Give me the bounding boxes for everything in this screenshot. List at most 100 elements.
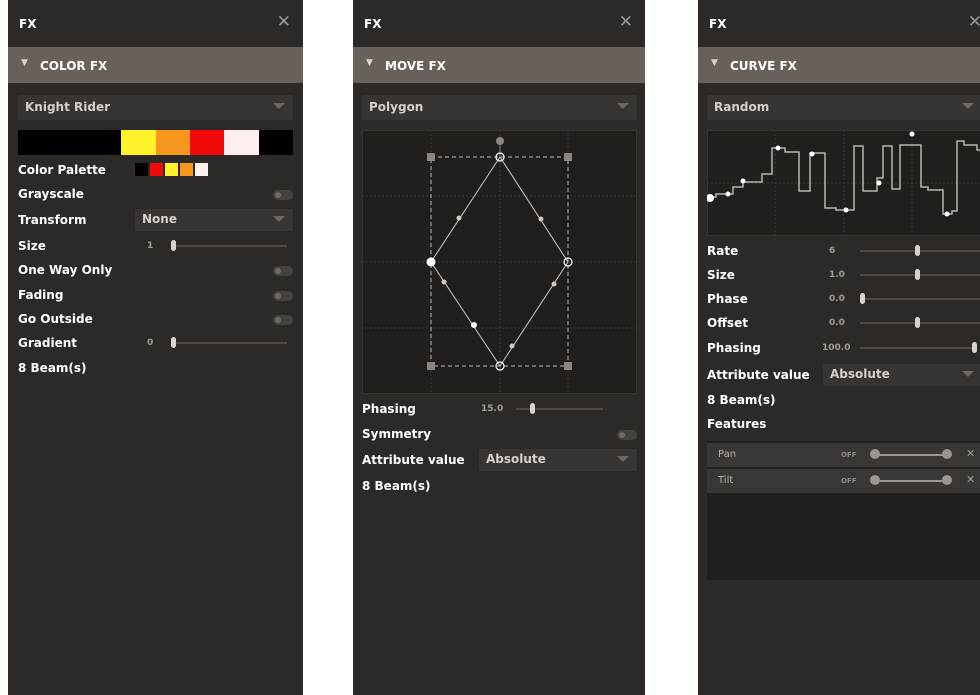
palette-swatch[interactable] xyxy=(135,163,148,176)
feature-range-max-handle[interactable] xyxy=(942,449,952,459)
feature-range-min-handle[interactable] xyxy=(870,449,880,459)
gradient-label: Gradient xyxy=(18,336,77,350)
collapse-triangle-icon[interactable]: ▼ xyxy=(711,58,718,68)
transform-dropdown[interactable]: None xyxy=(135,209,293,231)
preset-dropdown[interactable]: Polygon xyxy=(362,95,637,120)
fading-toggle[interactable] xyxy=(273,291,293,301)
preset-dropdown[interactable]: Random xyxy=(707,95,980,120)
toggle-knob xyxy=(275,317,281,323)
rate-value: 6 xyxy=(829,246,836,256)
collapse-triangle-icon[interactable]: ▼ xyxy=(21,58,28,68)
preset-value: Polygon xyxy=(369,100,424,114)
size-slider-thumb[interactable] xyxy=(915,269,920,280)
phase-slider-thumb[interactable] xyxy=(860,293,865,304)
rate-slider-thumb[interactable] xyxy=(915,245,920,256)
chevron-down-icon xyxy=(273,216,285,222)
feature-name: Tilt xyxy=(718,475,734,486)
phasing-slider-thumb[interactable] xyxy=(972,342,977,353)
polygon-shape-editor[interactable] xyxy=(362,130,637,394)
beam-count: 8 Beam(s) xyxy=(707,393,776,407)
feature-row-tilt[interactable]: Tilt OFF ✕ xyxy=(707,469,980,493)
phase-value: 0.0 xyxy=(829,294,845,304)
bbox-handle xyxy=(564,362,572,370)
section-header-move-fx[interactable]: ▼ MOVE FX xyxy=(353,47,645,83)
chevron-down-icon xyxy=(617,103,629,109)
color-palette-label: Color Palette xyxy=(18,163,106,177)
gradient-value: 0 xyxy=(147,338,154,348)
beam-dot xyxy=(456,215,462,221)
feature-range-max-handle[interactable] xyxy=(942,475,952,485)
feature-name: Pan xyxy=(718,449,737,460)
feature-range-track[interactable] xyxy=(874,454,948,456)
remove-feature-icon[interactable]: ✕ xyxy=(966,447,975,460)
rate-slider-track[interactable] xyxy=(860,250,980,252)
offset-slider-track[interactable] xyxy=(860,322,980,324)
color-strip-cell xyxy=(189,130,225,155)
chevron-down-icon xyxy=(273,103,285,109)
panel-titlebar: FX ✕ xyxy=(698,0,980,44)
feature-state: OFF xyxy=(841,477,857,485)
grayscale-toggle[interactable] xyxy=(273,190,293,200)
panel-title: FX xyxy=(364,17,382,31)
close-icon[interactable]: ✕ xyxy=(619,12,633,32)
attribute-value-selected: Absolute xyxy=(486,452,546,466)
attribute-value-dropdown[interactable]: Absolute xyxy=(479,449,637,471)
size-label: Size xyxy=(18,239,46,253)
color-strip-cell xyxy=(52,130,87,155)
feature-state: OFF xyxy=(841,451,857,459)
size-slider-thumb[interactable] xyxy=(171,240,176,251)
phasing-slider-thumb[interactable] xyxy=(530,403,535,414)
feature-range-min-handle[interactable] xyxy=(870,475,880,485)
bbox-handle xyxy=(427,362,435,370)
close-icon[interactable]: ✕ xyxy=(968,12,980,32)
beam-count: 8 Beam(s) xyxy=(362,479,431,493)
feature-range-track[interactable] xyxy=(874,480,948,482)
attribute-value-dropdown[interactable]: Absolute xyxy=(823,364,980,386)
chevron-down-icon xyxy=(617,456,629,462)
beam-dot xyxy=(509,343,515,349)
color-strip-cell xyxy=(224,130,259,155)
size-slider-track[interactable] xyxy=(860,274,980,276)
size-value: 1 xyxy=(147,241,154,251)
preset-value: Random xyxy=(714,100,770,114)
close-icon[interactable]: ✕ xyxy=(277,12,291,32)
phase-slider-track[interactable] xyxy=(860,298,980,300)
phasing-slider-track[interactable] xyxy=(860,347,974,349)
one-way-only-toggle[interactable] xyxy=(273,266,293,276)
size-slider-track[interactable] xyxy=(171,245,287,247)
color-strip-cell xyxy=(121,130,156,155)
gradient-slider-track[interactable] xyxy=(171,342,287,344)
palette-swatch[interactable] xyxy=(150,163,163,176)
palette-swatch[interactable] xyxy=(195,163,208,176)
beam-dot xyxy=(538,216,544,222)
preset-dropdown[interactable]: Knight Rider xyxy=(18,95,293,120)
remove-feature-icon[interactable]: ✕ xyxy=(966,473,975,486)
toggle-knob xyxy=(275,293,281,299)
color-strip-cell xyxy=(258,130,293,155)
gradient-slider-thumb[interactable] xyxy=(171,337,176,348)
color-strip-cell xyxy=(18,130,53,155)
size-label: Size xyxy=(707,268,735,282)
color-strip-cell xyxy=(86,130,122,155)
section-header-curve-fx[interactable]: ▼ CURVE FX xyxy=(698,47,980,83)
section-header-color-fx[interactable]: ▼ COLOR FX xyxy=(8,47,303,83)
go-outside-toggle[interactable] xyxy=(273,315,293,325)
beam-dot xyxy=(471,322,477,328)
rate-label: Rate xyxy=(707,244,739,258)
phasing-label: Phasing xyxy=(362,402,416,416)
curve-preview[interactable] xyxy=(707,130,980,236)
beam-dot xyxy=(843,207,849,213)
offset-value: 0.0 xyxy=(829,318,845,328)
collapse-triangle-icon[interactable]: ▼ xyxy=(366,58,373,68)
feature-row-pan[interactable]: Pan OFF ✕ xyxy=(707,443,980,467)
beam-dot xyxy=(909,131,915,137)
palette-swatch[interactable] xyxy=(165,163,178,176)
beam-dot xyxy=(944,211,950,217)
palette-swatch[interactable] xyxy=(180,163,193,176)
chevron-down-icon xyxy=(962,371,974,377)
symmetry-toggle[interactable] xyxy=(617,430,637,440)
color-palette-swatches[interactable] xyxy=(135,163,208,176)
offset-slider-thumb[interactable] xyxy=(915,317,920,328)
beam-dot xyxy=(725,191,731,197)
toggle-knob xyxy=(275,268,281,274)
